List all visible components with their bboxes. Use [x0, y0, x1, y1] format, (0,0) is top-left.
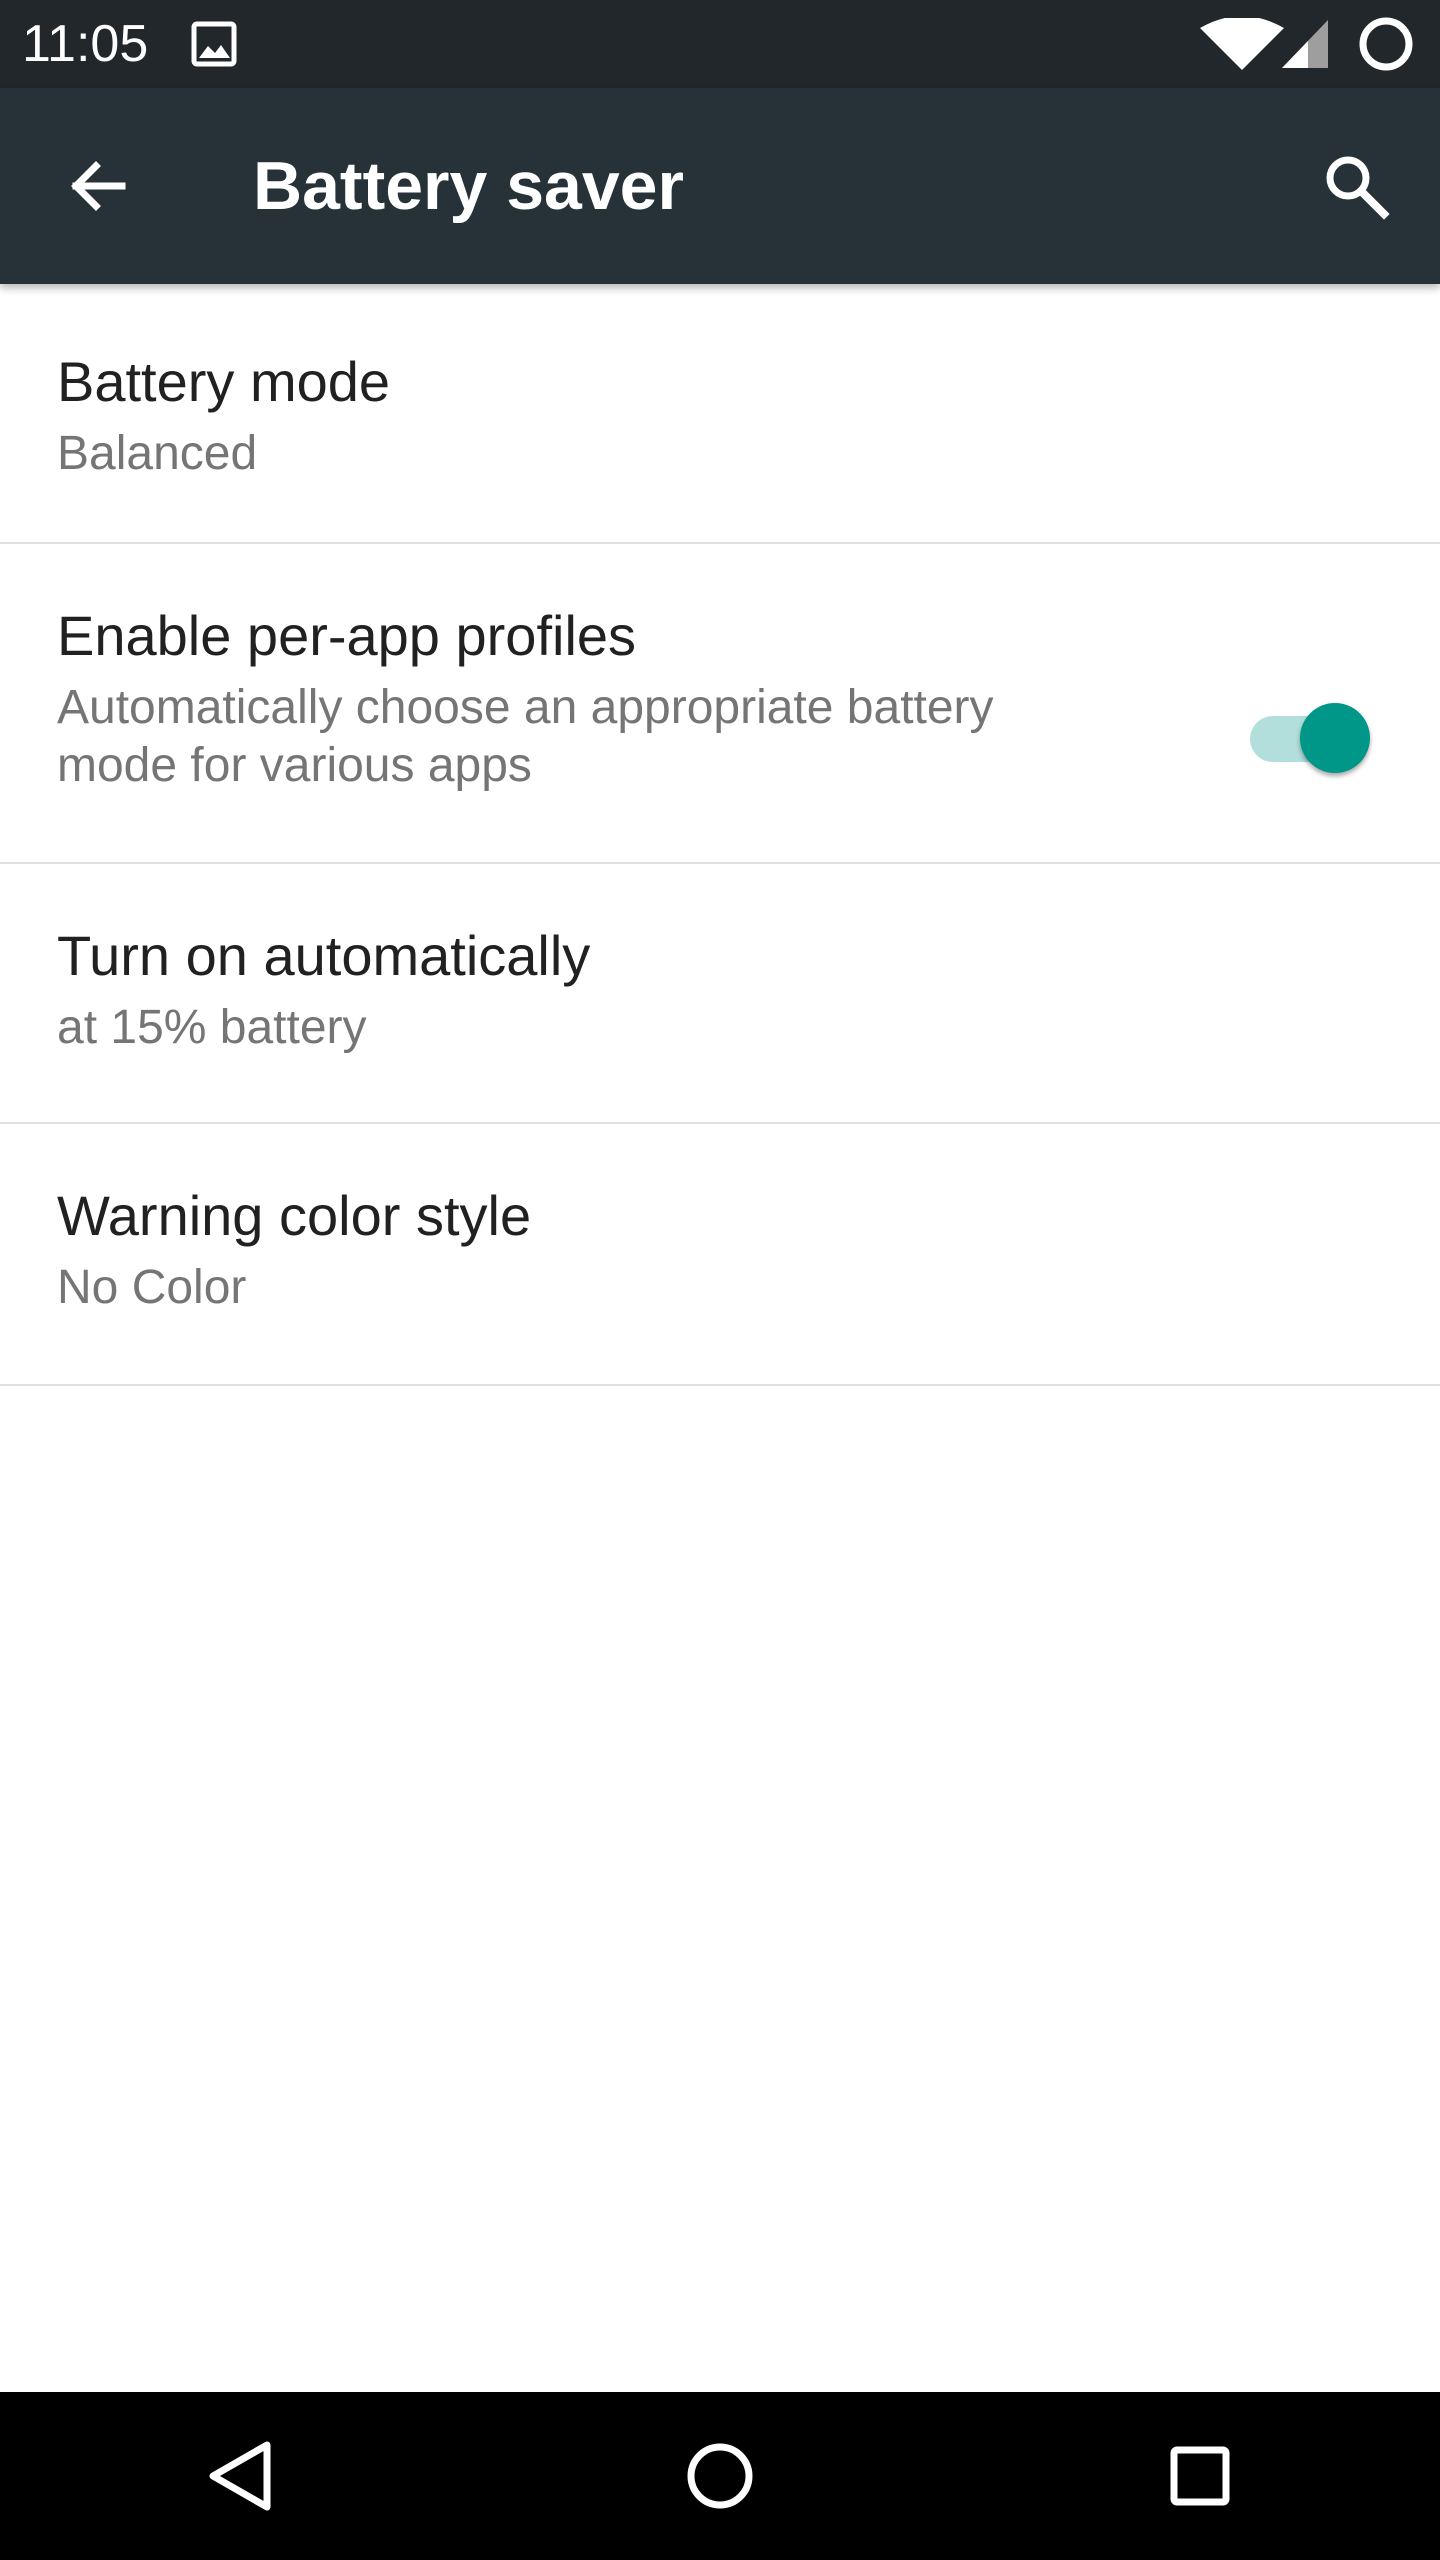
setting-title: Warning color style [57, 1184, 532, 1247]
cell-signal-icon [1282, 20, 1328, 68]
nav-recents-button[interactable] [1100, 2416, 1300, 2536]
search-icon [1326, 156, 1390, 220]
battery-mode-setting[interactable]: Battery mode Balanced [0, 284, 1440, 544]
warning-color-style-setting[interactable]: Warning color style No Color [0, 1124, 1440, 1386]
turn-on-automatically-setting[interactable]: Turn on automatically at 15% battery [0, 864, 1440, 1124]
setting-title: Turn on automatically [57, 924, 591, 987]
wifi-icon [1200, 18, 1284, 70]
home-circle-icon [687, 2443, 753, 2509]
battery-saver-screen: 11:05 Battery saver Battery mode Balance… [0, 0, 1440, 2560]
battery-saver-icon [1359, 17, 1413, 71]
nav-back-button[interactable] [140, 2416, 340, 2536]
settings-list: Battery mode Balanced Enable per-app pro… [0, 284, 1440, 1386]
setting-title: Enable per-app profiles [57, 604, 637, 667]
recents-square-icon [1170, 2446, 1230, 2506]
status-bar: 11:05 [0, 0, 1440, 88]
image-notification-icon [191, 21, 237, 67]
setting-summary-line-1: Automatically choose an appropriate batt… [57, 681, 994, 734]
setting-summary: Balanced [57, 427, 258, 480]
nav-home-button[interactable] [620, 2416, 820, 2536]
setting-summary: No Color [57, 1261, 247, 1314]
system-nav-bar [0, 2392, 1440, 2560]
per-app-profiles-toggle[interactable] [1248, 702, 1372, 774]
per-app-profiles-setting[interactable]: Enable per-app profiles Automatically ch… [0, 544, 1440, 864]
app-toolbar: Battery saver [0, 88, 1440, 284]
setting-summary-line-2: mode for various apps [57, 739, 532, 792]
setting-title: Battery mode [57, 350, 391, 413]
toggle-thumb [1300, 703, 1370, 773]
back-triangle-icon [209, 2441, 271, 2511]
page-title: Battery saver [253, 148, 684, 224]
arrow-back-icon [71, 161, 126, 211]
back-button[interactable] [38, 126, 158, 246]
setting-summary: at 15% battery [57, 1001, 367, 1054]
status-time: 11:05 [22, 15, 149, 73]
search-button[interactable] [1296, 126, 1416, 246]
